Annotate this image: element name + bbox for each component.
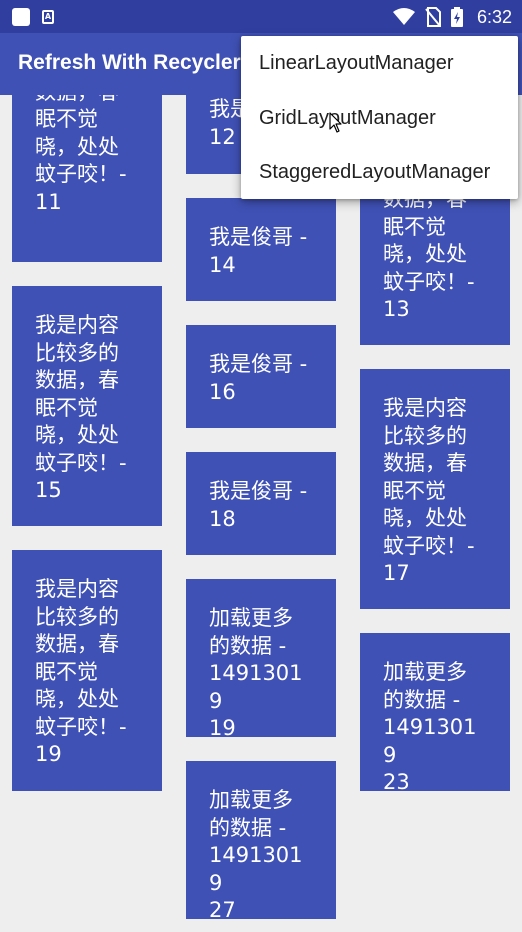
menu-item-grid-layout[interactable]: GridLayoutManager: [241, 91, 518, 145]
list-item-load-more-19[interactable]: 加载更多 的数据 - 14913019 19: [186, 579, 336, 737]
list-item-load-more-23[interactable]: 加载更多 的数据 - 14913019 23: [360, 633, 510, 791]
menu-item-staggered-layout[interactable]: StaggeredLayoutManager: [241, 145, 518, 199]
overflow-menu: LinearLayoutManager GridLayoutManager St…: [241, 36, 518, 199]
battery-charging-icon: [450, 7, 463, 27]
list-item-15[interactable]: 我是内容 比较多的 数据，春 眠不觉 晓，处处 蚊子咬！- 15: [12, 286, 162, 526]
list-item-17[interactable]: 我是内容 比较多的 数据，春 眠不觉 晓，处处 蚊子咬！- 17: [360, 369, 510, 609]
list-item-16[interactable]: 我是俊哥 - 16: [186, 325, 336, 428]
list-item-11[interactable]: 比较多的 数据，春 眠不觉 晓，处处 蚊子咬！- 11: [12, 95, 162, 262]
a-notification-icon: A: [42, 10, 54, 24]
clock: 6:32: [476, 6, 512, 27]
staggered-recycler-list[interactable]: 比较多的 数据，春 眠不觉 晓，处处 蚊子咬！- 11 我是内容 比较多的 数据…: [0, 95, 522, 932]
list-item-18[interactable]: 我是俊哥 - 18: [186, 452, 336, 555]
status-icons: 6:32: [392, 5, 512, 29]
list-item-19[interactable]: 我是内容 比较多的 数据，春 眠不觉 晓，处处 蚊子咬！- 19: [12, 550, 162, 791]
notification-square-icon: [12, 8, 30, 26]
no-sim-icon: [425, 7, 441, 27]
mouse-cursor-icon: [329, 112, 342, 133]
menu-item-linear-layout[interactable]: LinearLayoutManager: [241, 36, 518, 90]
status-bar: A 6:32: [0, 0, 522, 33]
list-item-14[interactable]: 我是俊哥 - 14: [186, 198, 336, 301]
wifi-icon: [392, 8, 415, 25]
list-item-load-more-27[interactable]: 加载更多 的数据 - 14913019 27: [186, 761, 336, 919]
